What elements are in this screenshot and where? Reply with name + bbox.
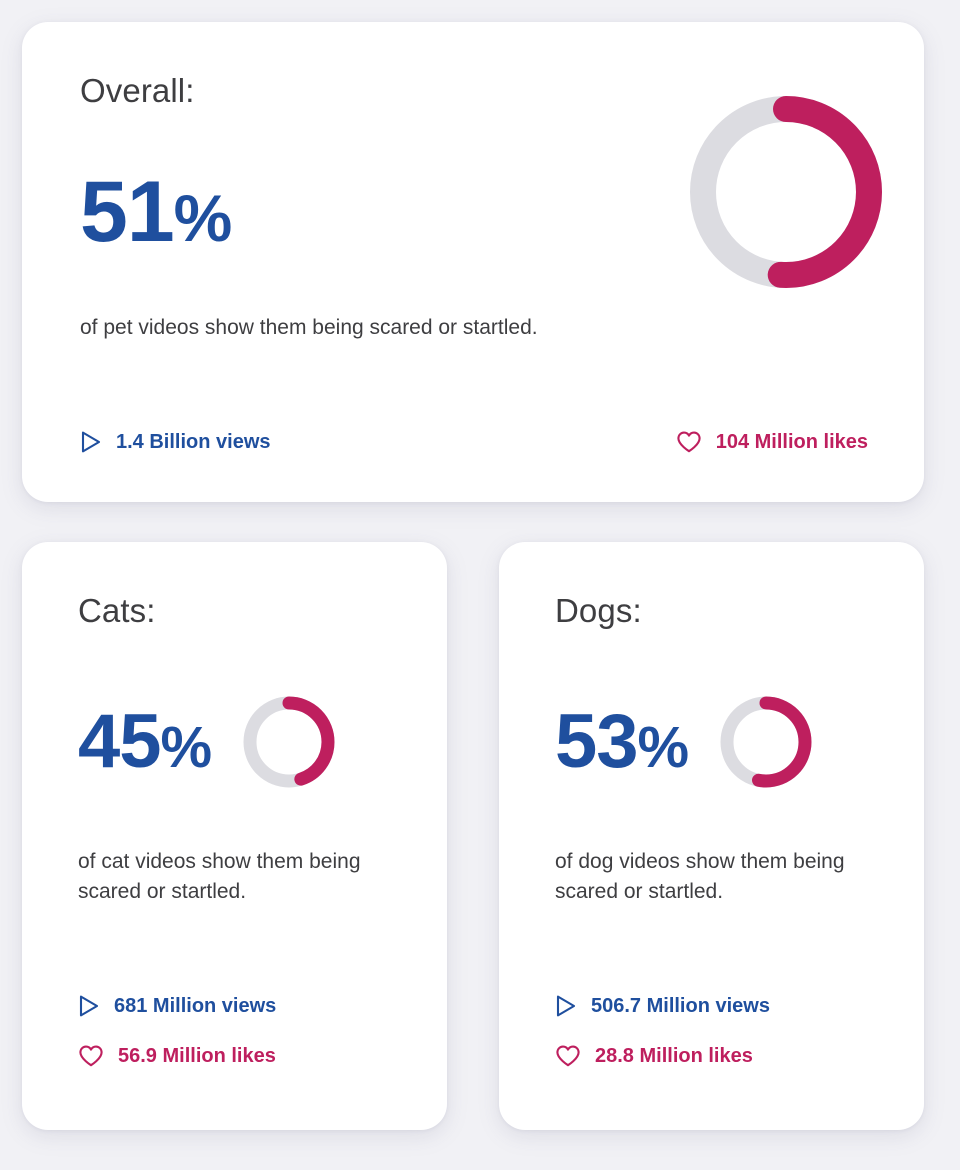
overall-stats-row: 1.4 Billion views 104 Million likes (80, 430, 872, 454)
dogs-stats-list: 506.7 Million views 28.8 Million likes (555, 994, 770, 1068)
overall-stat-card: Overall: 51% of pet videos show them bei… (22, 22, 924, 502)
breakdown-card-row: Cats: 45% of cat videos show them being … (22, 542, 930, 1130)
dogs-percent-value: 53% (555, 704, 690, 780)
cats-percent-symbol: % (160, 715, 213, 780)
overall-card-description: of pet videos show them being scared or … (80, 316, 538, 339)
heart-icon (676, 430, 702, 454)
play-icon (78, 994, 100, 1018)
cats-card-description: of cat videos show them being scared or … (78, 850, 361, 904)
cats-percent-row: 45% (78, 693, 407, 791)
overall-likes-label: 104 Million likes (715, 430, 868, 453)
dogs-card-description: of dog videos show them being scared or … (555, 850, 845, 904)
overall-views-label: 1.4 Billion views (116, 430, 271, 453)
dogs-views-label: 506.7 Million views (591, 994, 770, 1017)
cats-stat-card: Cats: 45% of cat videos show them being … (22, 542, 447, 1130)
cats-card-title: Cats: (78, 592, 156, 629)
dogs-likes-stat[interactable]: 28.8 Million likes (555, 1044, 770, 1068)
dogs-views-stat[interactable]: 506.7 Million views (555, 994, 770, 1018)
cats-percent-number: 45 (78, 699, 162, 784)
cats-likes-label: 56.9 Million likes (118, 1044, 276, 1067)
dogs-percent-row: 53% (555, 693, 884, 791)
play-icon (555, 994, 577, 1018)
dogs-card-title: Dogs: (555, 592, 642, 629)
stats-dashboard: Overall: 51% of pet videos show them bei… (0, 0, 960, 1170)
dogs-percent-number: 53 (555, 699, 639, 784)
heart-icon (78, 1044, 104, 1068)
cats-donut-chart (243, 696, 335, 788)
cats-views-stat[interactable]: 681 Million views (78, 994, 276, 1018)
overall-percent-number: 51 (80, 164, 175, 260)
overall-percent-symbol: % (173, 181, 233, 255)
dogs-likes-label: 28.8 Million likes (595, 1044, 753, 1067)
dogs-percent-symbol: % (637, 715, 690, 780)
cats-likes-stat[interactable]: 56.9 Million likes (78, 1044, 276, 1068)
overall-percent-value: 51% (80, 169, 233, 255)
overall-likes-stat[interactable]: 104 Million likes (676, 430, 868, 454)
cats-stats-list: 681 Million views 56.9 Million likes (78, 994, 276, 1068)
play-icon (80, 430, 102, 454)
cats-views-label: 681 Million views (114, 994, 277, 1017)
overall-views-stat[interactable]: 1.4 Billion views (80, 430, 271, 454)
dogs-stat-card: Dogs: 53% of dog videos show them being … (499, 542, 924, 1130)
overall-donut-chart (690, 96, 882, 288)
heart-icon (555, 1044, 581, 1068)
cats-percent-value: 45% (78, 704, 213, 780)
dogs-donut-chart (720, 696, 812, 788)
